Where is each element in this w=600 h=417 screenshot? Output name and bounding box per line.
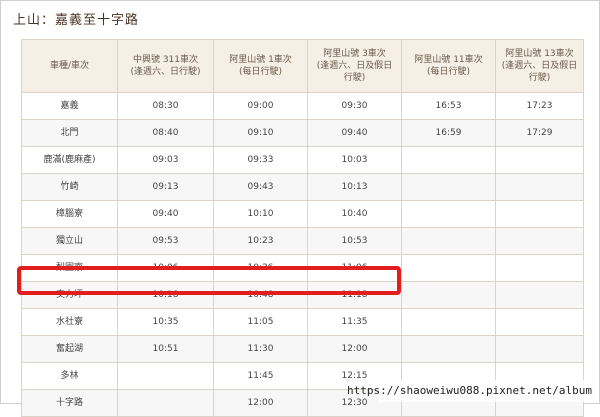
highlight-box <box>17 266 401 295</box>
time-cell: 10:53 <box>307 227 402 255</box>
station-cell: 北門 <box>21 119 118 147</box>
time-cell <box>495 173 584 201</box>
time-cell: 09:53 <box>117 227 214 255</box>
time-cell <box>401 308 496 336</box>
time-cell: 08:40 <box>117 119 214 147</box>
header-train-11: 阿里山號 11車次 (每日行駛) <box>401 39 496 93</box>
time-cell: 09:40 <box>307 119 402 147</box>
time-cell: 10:51 <box>117 335 214 363</box>
time-cell <box>495 254 584 282</box>
station-cell: 嘉義 <box>21 92 118 120</box>
station-cell: 竹崎 <box>21 173 118 201</box>
station-cell: 獨立山 <box>21 227 118 255</box>
page-title: 上山：嘉義至十字路 <box>13 13 140 28</box>
time-cell: 09:10 <box>213 119 308 147</box>
time-cell: 11:30 <box>213 335 308 363</box>
time-cell: 12:00 <box>307 335 402 363</box>
header-train-1: 阿里山號 1車次 (每日行駛) <box>213 39 308 93</box>
table-row: 獨立山 09:53 10:23 10:53 <box>21 227 584 255</box>
time-cell <box>401 227 496 255</box>
header-train-3: 阿里山號 3車次 (逢週六、日及假日 行駛) <box>307 39 402 93</box>
header-train-311: 中興號 311車次 (逢週六、日行駛) <box>117 39 214 93</box>
time-cell: 09:13 <box>117 173 214 201</box>
time-cell: 10:10 <box>213 200 308 228</box>
time-cell <box>495 200 584 228</box>
time-cell <box>117 362 214 390</box>
time-cell: 16:53 <box>401 92 496 120</box>
station-cell: 十字路 <box>21 389 118 417</box>
watermark: https://shaoweiwu088.pixnet.net/album <box>347 380 598 402</box>
timetable: 車種/車次 中興號 311車次 (逢週六、日行駛) 阿里山號 1車次 (每日行駛) … <box>21 39 584 417</box>
time-cell: 09:30 <box>307 92 402 120</box>
time-cell: 16:59 <box>401 119 496 147</box>
schedule-panel: 上山：嘉義至十字路 車種/車次 中興號 311車次 (逢週六、日行駛) 阿里山號 … <box>0 0 600 417</box>
time-cell: 10:35 <box>117 308 214 336</box>
time-cell: 10:23 <box>213 227 308 255</box>
time-cell <box>401 173 496 201</box>
time-cell: 10:40 <box>307 200 402 228</box>
time-cell <box>117 389 214 417</box>
table-row: 樟腦寮 09:40 10:10 10:40 <box>21 200 584 228</box>
time-cell: 09:40 <box>117 200 214 228</box>
station-cell: 水社寮 <box>21 308 118 336</box>
time-cell: 09:00 <box>213 92 308 120</box>
time-cell: 11:05 <box>213 308 308 336</box>
time-cell: 11:45 <box>213 362 308 390</box>
station-cell: 奮起湖 <box>21 335 118 363</box>
time-cell: 10:13 <box>307 173 402 201</box>
table-row: 嘉義 08:30 09:00 09:30 16:53 17:23 <box>21 92 584 120</box>
time-cell: 17:23 <box>495 92 584 120</box>
station-cell: 多林 <box>21 362 118 390</box>
table-row: 奮起湖 10:51 11:30 12:00 <box>21 335 584 363</box>
time-cell <box>495 146 584 174</box>
time-cell <box>401 281 496 309</box>
watermark-text: https://shaoweiwu088.pixnet.net/album <box>346 384 592 397</box>
time-cell <box>401 200 496 228</box>
time-cell <box>401 254 496 282</box>
table-row: 竹崎 09:13 09:43 10:13 <box>21 173 584 201</box>
time-cell <box>495 281 584 309</box>
station-cell: 鹿滿(鹿麻產) <box>21 146 118 174</box>
time-cell: 08:30 <box>117 92 214 120</box>
time-cell: 12:00 <box>213 389 308 417</box>
table-row: 鹿滿(鹿麻產) 09:03 09:33 10:03 <box>21 146 584 174</box>
header-station: 車種/車次 <box>21 39 118 93</box>
header-train-13: 阿里山號 13車次 (逢週六、日及假日 行駛) <box>495 39 584 93</box>
time-cell: 11:35 <box>307 308 402 336</box>
time-cell: 17:29 <box>495 119 584 147</box>
header-row: 車種/車次 中興號 311車次 (逢週六、日行駛) 阿里山號 1車次 (每日行駛) … <box>21 39 584 93</box>
station-cell: 樟腦寮 <box>21 200 118 228</box>
time-cell: 09:03 <box>117 146 214 174</box>
time-cell: 09:33 <box>213 146 308 174</box>
time-cell: 10:03 <box>307 146 402 174</box>
time-cell <box>401 335 496 363</box>
table-row: 水社寮 10:35 11:05 11:35 <box>21 308 584 336</box>
time-cell: 09:43 <box>213 173 308 201</box>
time-cell <box>495 335 584 363</box>
table-row: 北門 08:40 09:10 09:40 16:59 17:29 <box>21 119 584 147</box>
time-cell <box>495 308 584 336</box>
time-cell <box>495 227 584 255</box>
time-cell <box>401 146 496 174</box>
